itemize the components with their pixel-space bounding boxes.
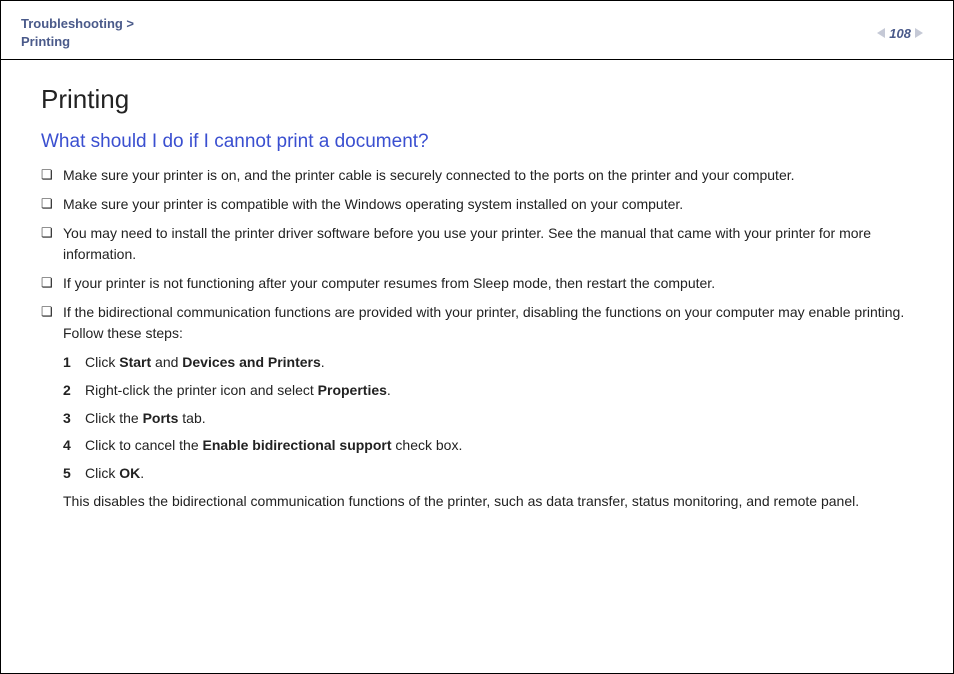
- step-text: Right-click the printer icon and select …: [85, 380, 923, 402]
- step-item: 5 Click OK.: [63, 463, 923, 485]
- bullet-icon: ❏: [41, 273, 63, 294]
- step-text: Click Start and Devices and Printers.: [85, 352, 923, 374]
- prev-page-icon[interactable]: [877, 28, 885, 38]
- breadcrumb[interactable]: Troubleshooting > Printing: [21, 15, 134, 51]
- bullet-text: Make sure your printer is on, and the pr…: [63, 165, 923, 186]
- page-header: Troubleshooting > Printing 108: [1, 1, 953, 60]
- step-list: 1 Click Start and Devices and Printers. …: [63, 352, 923, 484]
- bullet-text: If your printer is not functioning after…: [63, 273, 923, 294]
- bullet-icon: ❏: [41, 165, 63, 186]
- page-number: 108: [889, 26, 911, 41]
- step-item: 3 Click the Ports tab.: [63, 408, 923, 430]
- step-text: Click to cancel the Enable bidirectional…: [85, 435, 923, 457]
- step-item: 1 Click Start and Devices and Printers.: [63, 352, 923, 374]
- page-title: Printing: [41, 84, 923, 115]
- bullet-list: ❏ Make sure your printer is on, and the …: [41, 165, 923, 344]
- bullet-icon: ❏: [41, 302, 63, 323]
- list-item: ❏ If your printer is not functioning aft…: [41, 273, 923, 294]
- bullet-text: You may need to install the printer driv…: [63, 223, 923, 265]
- list-item: ❏ Make sure your printer is on, and the …: [41, 165, 923, 186]
- step-number: 5: [63, 463, 85, 485]
- bullet-text: Make sure your printer is compatible wit…: [63, 194, 923, 215]
- breadcrumb-page: Printing: [21, 33, 134, 51]
- breadcrumb-section: Troubleshooting >: [21, 15, 134, 33]
- section-subtitle: What should I do if I cannot print a doc…: [41, 131, 923, 153]
- bullet-text: If the bidirectional communication funct…: [63, 302, 923, 344]
- step-item: 4 Click to cancel the Enable bidirection…: [63, 435, 923, 457]
- list-item: ❏ Make sure your printer is compatible w…: [41, 194, 923, 215]
- bullet-icon: ❏: [41, 194, 63, 215]
- step-number: 3: [63, 408, 85, 430]
- content-area: Printing What should I do if I cannot pr…: [1, 60, 953, 511]
- closing-text: This disables the bidirectional communic…: [63, 491, 923, 512]
- list-item: ❏ You may need to install the printer dr…: [41, 223, 923, 265]
- step-text: Click OK.: [85, 463, 923, 485]
- page-nav: 108: [877, 26, 923, 41]
- step-text: Click the Ports tab.: [85, 408, 923, 430]
- step-number: 1: [63, 352, 85, 374]
- step-number: 2: [63, 380, 85, 402]
- bullet-icon: ❏: [41, 223, 63, 244]
- next-page-icon[interactable]: [915, 28, 923, 38]
- list-item: ❏ If the bidirectional communication fun…: [41, 302, 923, 344]
- step-item: 2 Right-click the printer icon and selec…: [63, 380, 923, 402]
- step-number: 4: [63, 435, 85, 457]
